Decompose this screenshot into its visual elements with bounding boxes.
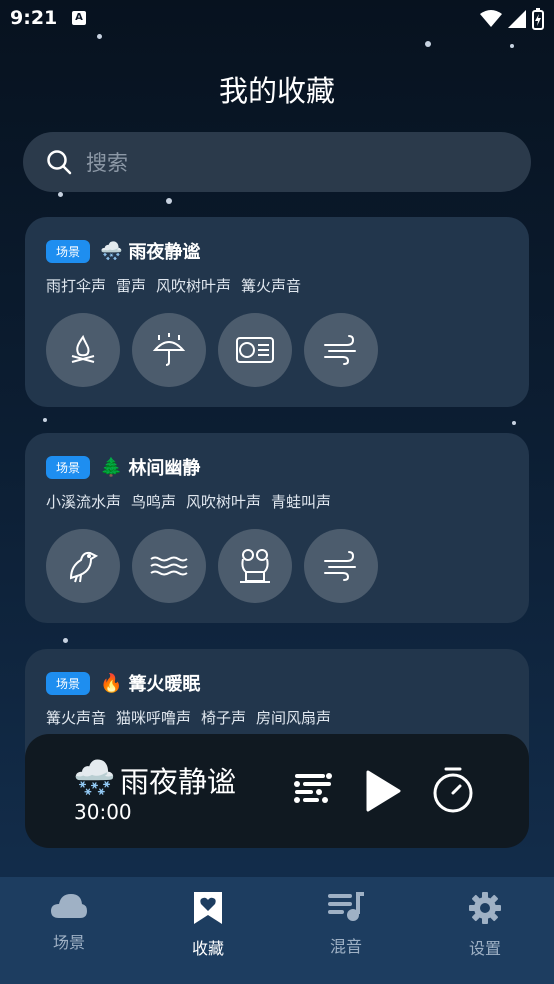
mixer-icon[interactable] (293, 770, 333, 810)
star-decor (425, 41, 431, 47)
sound-tag: 篝火声音 (241, 277, 302, 295)
card-title: 林间幽静 (128, 458, 201, 479)
sound-button-campfire[interactable] (46, 313, 120, 387)
star-decor (58, 192, 63, 197)
nav-item-favorites[interactable]: 收藏 (148, 891, 268, 959)
sound-button-wind[interactable] (304, 313, 378, 387)
battery-icon (532, 8, 544, 30)
sound-tag: 雨打伞声 (46, 277, 107, 295)
signal-icon (508, 10, 526, 28)
fire-icon: 🔥 (100, 672, 123, 694)
sound-tag: 青蛙叫声 (271, 493, 332, 511)
nav-label: 收藏 (191, 939, 224, 958)
player-title: 雨夜静谧 (120, 765, 237, 799)
favorite-card-forest[interactable]: 场景 🌲 林间幽静 小溪流水声 鸟鸣声 风吹树叶声 青蛙叫声 (25, 433, 529, 623)
star-decor (512, 421, 516, 425)
sound-tag: 雷声 (116, 277, 147, 295)
player-timer-value: 30:00 (74, 800, 132, 824)
sound-button-fan[interactable] (218, 313, 292, 387)
nav-item-scenes[interactable]: 场景 (9, 891, 129, 953)
sound-button-bird[interactable] (46, 529, 120, 603)
mini-player[interactable]: 🌨️ 雨夜静谧 30:00 (25, 734, 529, 848)
search-placeholder: 搜索 (86, 151, 128, 175)
nav-label: 场景 (52, 933, 85, 952)
sound-tag: 椅子声 (201, 709, 247, 727)
favorite-card-rain-night[interactable]: 场景 🌨️ 雨夜静谧 雨打伞声 雷声 风吹树叶声 篝火声音 (25, 217, 529, 407)
status-bar: 9:21 A (0, 0, 554, 36)
wind-icon (324, 551, 356, 581)
playlist-music-icon (328, 892, 364, 921)
sound-tag: 猫咪呼噜声 (116, 709, 192, 727)
star-decor (43, 418, 47, 422)
card-title: 篝火暖眠 (128, 674, 201, 695)
nav-label: 混音 (329, 937, 362, 956)
sound-tag: 小溪流水声 (46, 493, 122, 511)
water-waves-icon (150, 556, 188, 576)
notification-icon: A (72, 11, 86, 25)
nav-item-mix[interactable]: 混音 (286, 891, 406, 957)
wifi-icon (480, 10, 502, 27)
wind-icon (324, 335, 356, 365)
sound-tag: 鸟鸣声 (131, 493, 177, 511)
star-decor (510, 44, 514, 48)
snow-cloud-icon: 🌨️ (100, 240, 123, 262)
scene-badge: 场景 (46, 671, 91, 695)
sound-button-frog[interactable] (218, 529, 292, 603)
sound-button-water[interactable] (132, 529, 206, 603)
nav-label: 设置 (468, 939, 501, 958)
search-icon (47, 150, 72, 175)
gear-icon (469, 892, 501, 924)
sound-button-wind[interactable] (304, 529, 378, 603)
fan-icon (236, 337, 274, 363)
snow-cloud-icon: 🌨️ (73, 758, 116, 798)
play-icon[interactable] (365, 770, 401, 812)
card-title: 雨夜静谧 (128, 242, 201, 263)
star-decor (166, 198, 172, 204)
sound-button-umbrella-rain[interactable] (132, 313, 206, 387)
tree-icon: 🌲 (100, 456, 123, 478)
timer-icon[interactable] (431, 766, 475, 814)
cloud-icon (51, 894, 87, 918)
scene-badge: 场景 (46, 239, 91, 263)
sound-tag: 篝火声音 (46, 709, 107, 727)
frog-icon (240, 549, 270, 583)
bookmark-heart-icon (194, 892, 222, 924)
nav-item-settings[interactable]: 设置 (425, 891, 545, 959)
status-time: 9:21 (10, 7, 58, 29)
scene-badge: 场景 (46, 455, 91, 479)
page-title: 我的收藏 (218, 74, 335, 108)
bottom-nav: 场景 收藏 混音 设置 (0, 877, 554, 984)
umbrella-rain-icon (152, 333, 186, 366)
sound-tag: 房间风扇声 (256, 709, 332, 727)
sound-tag: 风吹树叶声 (186, 493, 262, 511)
search-bar[interactable]: 搜索 (23, 132, 531, 192)
star-decor (63, 638, 68, 643)
sound-tag: 风吹树叶声 (156, 277, 232, 295)
bird-icon (69, 551, 99, 583)
campfire-icon (71, 334, 95, 363)
